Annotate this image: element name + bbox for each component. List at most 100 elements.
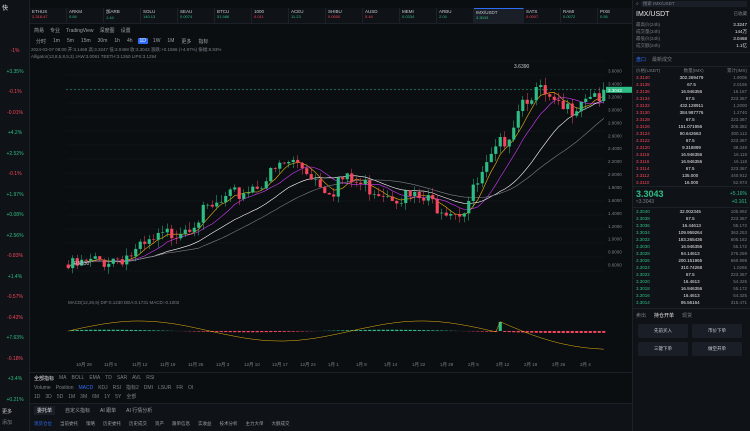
interval-button[interactable]: 15m [79, 38, 93, 44]
bottom-subtab[interactable]: 大额成交 [272, 421, 290, 427]
book-row[interactable]: 3.3122 67.5 223.367 [633, 137, 750, 144]
range-button[interactable]: 5D [57, 394, 63, 400]
interval-button[interactable]: 分时 [34, 38, 48, 45]
order-tab[interactable]: 持仓开单 [654, 312, 674, 319]
range-button[interactable]: 3D [45, 394, 51, 400]
book-row[interactable]: 3.3030 16.946356 55.172 [633, 243, 750, 250]
indicator-sub[interactable]: MACD [78, 385, 93, 391]
book-row[interactable]: 3.3026 200.151965 660.998 [633, 257, 750, 264]
book-row[interactable]: 3.3128 67.5 223.367 [633, 116, 750, 123]
indicator-tab[interactable]: AVL [132, 375, 141, 381]
indicator-sub[interactable]: Position [56, 385, 74, 391]
book-row[interactable]: 3.3120 9.318899 38.349 [633, 144, 750, 151]
book-row[interactable]: 3.3136 16.946356 16.187 [633, 88, 750, 95]
bottom-tab[interactable]: 委托单 [34, 406, 56, 415]
interval-button[interactable]: 指标 [196, 38, 210, 45]
range-button[interactable]: 全部 [126, 393, 136, 400]
book-row[interactable]: 3.3016 16.4613 54.325 [633, 292, 750, 299]
ticker-tab[interactable]: SHIBU 0.0000 [326, 8, 363, 23]
indicator-tab[interactable]: BOLL [72, 375, 85, 381]
pair-status[interactable]: 已收藏 [734, 11, 748, 18]
ticker-tab[interactable]: 加ARB 1.44 [104, 8, 141, 23]
book-row[interactable]: 3.3018 16.946356 55.172 [633, 285, 750, 292]
book-row[interactable]: 3.3040 32.002345 105.992 [633, 208, 750, 215]
indicator-tab[interactable]: EMA [89, 375, 100, 381]
order-button[interactable]: 三键下单 [638, 342, 688, 356]
bottom-subtab[interactable]: 现货仓位 [34, 421, 52, 427]
interval-button[interactable]: 5m [65, 38, 76, 44]
indicator-sub[interactable]: OI [188, 385, 193, 391]
book-row[interactable]: 3.3028 94.14613 275.259 [633, 250, 750, 257]
indicator-sub[interactable]: RSI [113, 385, 121, 391]
book-row[interactable]: 3.3116 16.946356 16.118 [633, 158, 750, 165]
orderbook-tab[interactable]: 盘口 [636, 56, 646, 63]
interval-button[interactable]: 4h [125, 38, 135, 44]
order-button[interactable]: 市价下单 [692, 324, 742, 338]
order-button[interactable]: 先前买入 [638, 324, 688, 338]
range-button[interactable]: 1M [68, 394, 75, 400]
book-row[interactable]: 3.3024 310.74268 1.0266 [633, 264, 750, 271]
ticker-tab[interactable]: AUSD 5.44 [363, 8, 400, 23]
pct-item[interactable]: -0.1% [0, 89, 30, 95]
book-row[interactable]: 3.3132 432.128911 1.2000 [633, 102, 750, 109]
ticker-tab[interactable]: ETHUS 2,318.47 [30, 8, 67, 23]
ticker-tab[interactable]: SEAU 0.0074 [178, 8, 215, 23]
book-row[interactable]: 3.3118 16.946356 16.118 [633, 151, 750, 158]
ticker-tab[interactable]: ACEU 11.23 [289, 8, 326, 23]
order-button[interactable]: 做空开单 [692, 342, 742, 356]
pct-item[interactable]: +2.52% [0, 151, 30, 157]
book-row[interactable]: 3.3130 384.987776 1.2740 [633, 109, 750, 116]
book-row[interactable]: 3.3020 16.4613 54.325 [633, 278, 750, 285]
pct-item[interactable]: +3.4% [0, 376, 30, 382]
book-row[interactable]: 3.3032 183.265436 605.182 [633, 236, 750, 243]
book-row[interactable]: 3.3114 67.5 223.367 [633, 165, 750, 172]
orderbook-tab[interactable]: 最新成交 [652, 56, 672, 63]
pct-item[interactable]: +2.56% [0, 233, 30, 239]
pct-item[interactable]: -0.57% [0, 294, 30, 300]
range-button[interactable]: 5Y [115, 394, 121, 400]
indicator-tab[interactable]: TD [105, 375, 112, 381]
candlestick-chart[interactable]: 3.6390 0.5530 MACD(12,26,9) DIF:0.1230 DEA… [66, 46, 606, 372]
book-row[interactable]: 3.3034 109.959264 363.253 [633, 229, 750, 236]
more-label[interactable]: 更多 [2, 408, 12, 415]
bottom-subtab[interactable]: 技术分析 [220, 421, 238, 427]
pct-item[interactable]: +0.08% [0, 212, 30, 218]
indicator-sub[interactable]: 指标2 [126, 384, 139, 391]
book-row[interactable]: 3.3038 67.5 223.367 [633, 215, 750, 222]
search-input[interactable]: 搜索 IMX/USDT [640, 1, 747, 7]
menu-item[interactable]: 专业 [50, 27, 60, 34]
pct-item[interactable]: -0.83% [0, 253, 30, 259]
pct-item[interactable]: -1% [0, 48, 30, 54]
book-row[interactable]: 3.3022 67.5 223.367 [633, 271, 750, 278]
ticker-tab[interactable]: IMX/USDT 3.3043 [474, 8, 524, 23]
ticker-tab[interactable]: RAMI 0.0072 [561, 8, 598, 23]
range-button[interactable]: 6M [92, 394, 99, 400]
range-button[interactable]: 3M [80, 394, 87, 400]
ticker-tab[interactable]: MEMI 0.0334 [400, 8, 437, 23]
book-row[interactable]: 3.3138 67.5 2.0156 [633, 81, 750, 88]
bottom-subtab[interactable]: 跟单信息 [172, 421, 190, 427]
indicator-sub[interactable]: FR [176, 385, 183, 391]
book-row[interactable]: 3.3110 16.000 52.973 [633, 179, 750, 186]
bottom-subtab[interactable]: 历史成交 [129, 421, 147, 427]
ticker-tab[interactable]: PIXE 0.55 [598, 8, 632, 23]
interval-button[interactable]: 更多 [179, 38, 193, 45]
pct-item[interactable]: +0.21% [0, 397, 30, 403]
interval-button[interactable]: 1h [112, 38, 122, 44]
indicator-sub[interactable]: KDJ [98, 385, 107, 391]
bottom-subtab[interactable]: 资产 [155, 421, 164, 427]
pct-item[interactable]: -0.1% [0, 171, 30, 177]
ticker-tab[interactable]: SATS 0.0007 [524, 8, 561, 23]
ticker-tab[interactable]: BTCU 51,986 [215, 8, 252, 23]
range-button[interactable]: 1Y [104, 394, 110, 400]
bottom-subtab[interactable]: 实收益 [198, 421, 212, 427]
menu-item[interactable]: 简易 [34, 27, 44, 34]
bottom-subtab[interactable]: 历史委托 [103, 421, 121, 427]
pct-item[interactable]: -0.18% [0, 356, 30, 362]
book-row[interactable]: 3.3036 16.44613 55.172 [633, 222, 750, 229]
book-row[interactable]: 3.3134 67.5 223.367 [633, 95, 750, 102]
interval-button[interactable]: 1M [165, 38, 176, 44]
menu-item[interactable]: TradingView [66, 28, 94, 34]
bottom-subtab[interactable]: 策略 [86, 421, 95, 427]
indicator-tab[interactable]: RSI [146, 375, 154, 381]
